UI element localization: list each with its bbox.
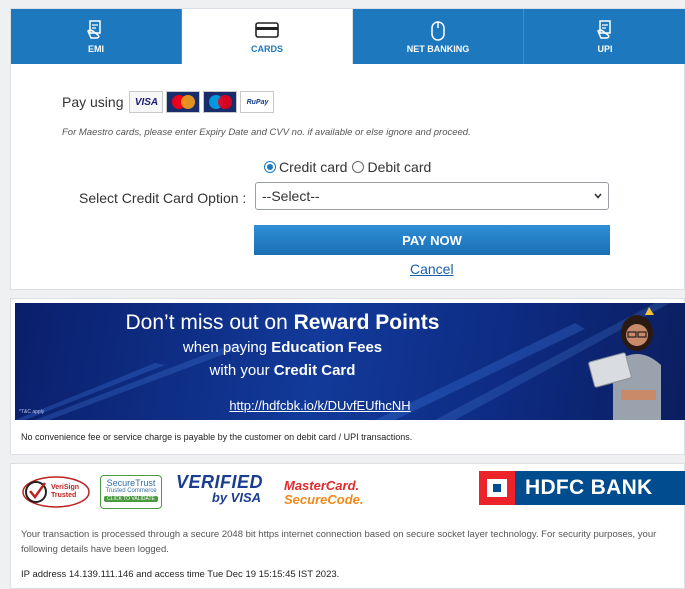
card-option-select[interactable]: --Select-- [255, 182, 609, 210]
tab-net-banking-label: NET BANKING [406, 44, 470, 54]
debit-card-radio[interactable] [352, 161, 365, 173]
banner-line2-plain: when paying [182, 339, 268, 356]
banner-line3: with your Credit Card [15, 362, 550, 379]
visa-logo: VISA [129, 91, 164, 113]
banner-line1-bold: Reward Points [293, 311, 440, 334]
mouse-icon [431, 21, 445, 41]
maestro-note: For Maestro cards, please enter Expiry D… [62, 127, 471, 138]
payment-tabs: EMI CARDS NET BANKING UPI [11, 9, 685, 64]
payment-panel: EMI CARDS NET BANKING UPI Pay using VISA [10, 8, 685, 290]
reward-points-banner[interactable]: Don’t miss out on Reward Points when pay… [15, 303, 685, 420]
security-footer: VeriSign Trusted SecureTrust Trusted Com… [10, 463, 685, 589]
cancel-link[interactable]: Cancel [410, 261, 454, 277]
tab-emi[interactable]: EMI [11, 9, 182, 64]
verisign-line1: VeriSign [51, 484, 80, 491]
credit-card-option[interactable]: Credit card [264, 159, 347, 175]
credit-card-icon [255, 22, 279, 38]
credit-card-label: Credit card [279, 159, 348, 175]
convenience-fee-note: No convenience fee or service charge is … [21, 432, 413, 442]
verisign-trusted-badge[interactable]: VeriSign Trusted [21, 475, 91, 509]
banner-tc: *T&C apply [19, 409, 45, 415]
verified-by-visa-badge[interactable]: VERIFIED by VISA [176, 472, 263, 510]
banner-line2-bold: Education Fees [271, 339, 383, 356]
tab-emi-label: EMI [87, 44, 104, 54]
securetrust-badge[interactable]: SecureTrust Trusted Commerce CLICK TO VA… [100, 475, 162, 509]
banner-headline: Don’t miss out on Reward Points [15, 311, 550, 335]
securetrust-line2: Trusted Commerce [105, 488, 157, 494]
tab-net-banking[interactable]: NET BANKING [353, 9, 524, 64]
debit-card-label: Debit card [367, 159, 432, 175]
securetrust-line1: SecureTrust [106, 478, 156, 488]
mc-line2: SecureCode. [284, 492, 364, 507]
card-type-radio-group: Credit card Debit card [264, 159, 436, 175]
banner-line3-plain: with your [209, 362, 270, 379]
verisign-line2: Trusted [51, 492, 77, 499]
mc-line1: MasterCard. [284, 478, 360, 493]
hdfc-bank-name: HDFC BANK [515, 471, 685, 505]
tab-upi[interactable]: UPI [524, 9, 685, 64]
security-statement: Your transaction is processed through a … [21, 529, 657, 555]
card-option-select-value: --Select-- [262, 188, 320, 204]
select-card-option-label: Select Credit Card Option : [79, 190, 247, 206]
upi-hand-icon [597, 20, 611, 39]
banner-line1-plain: Don’t miss out on [125, 311, 288, 334]
maestro-logo [203, 91, 238, 113]
rupay-logo: RuPay [240, 91, 275, 113]
hdfc-bank-logo: HDFC BANK [479, 470, 685, 506]
hdfc-mark-icon [479, 471, 515, 505]
payment-page: EMI CARDS NET BANKING UPI Pay using VISA [0, 0, 685, 589]
mastercard-securecode-badge[interactable]: MasterCard. SecureCode. [284, 479, 363, 507]
tab-cards[interactable]: CARDS [182, 9, 353, 64]
tab-cards-label: CARDS [250, 44, 283, 54]
pay-now-button[interactable]: PAY NOW [254, 225, 610, 255]
credit-card-radio[interactable] [264, 161, 276, 173]
banner-line3-bold: Credit Card [273, 362, 356, 379]
student-with-laptop-image [588, 307, 661, 420]
banner-line2: when paying Education Fees [15, 339, 550, 356]
pay-using-label: Pay using [62, 94, 124, 110]
banner-link[interactable]: http://hdfcbk.io/k/DUvfEUfhcNH [15, 398, 625, 413]
mastercard-logo [166, 91, 201, 113]
ip-access-log: IP address 14.139.111.146 and access tim… [21, 569, 340, 580]
chevron-down-icon [594, 193, 602, 199]
tab-upi-label: UPI [597, 44, 613, 54]
pay-using-row: Pay using VISA RuPay [62, 91, 277, 113]
emi-hand-icon [87, 20, 101, 39]
securetrust-line3: CLICK TO VALIDATE [104, 496, 158, 502]
reward-banner-panel: Don’t miss out on Reward Points when pay… [10, 298, 685, 455]
debit-card-option[interactable]: Debit card [352, 159, 431, 175]
